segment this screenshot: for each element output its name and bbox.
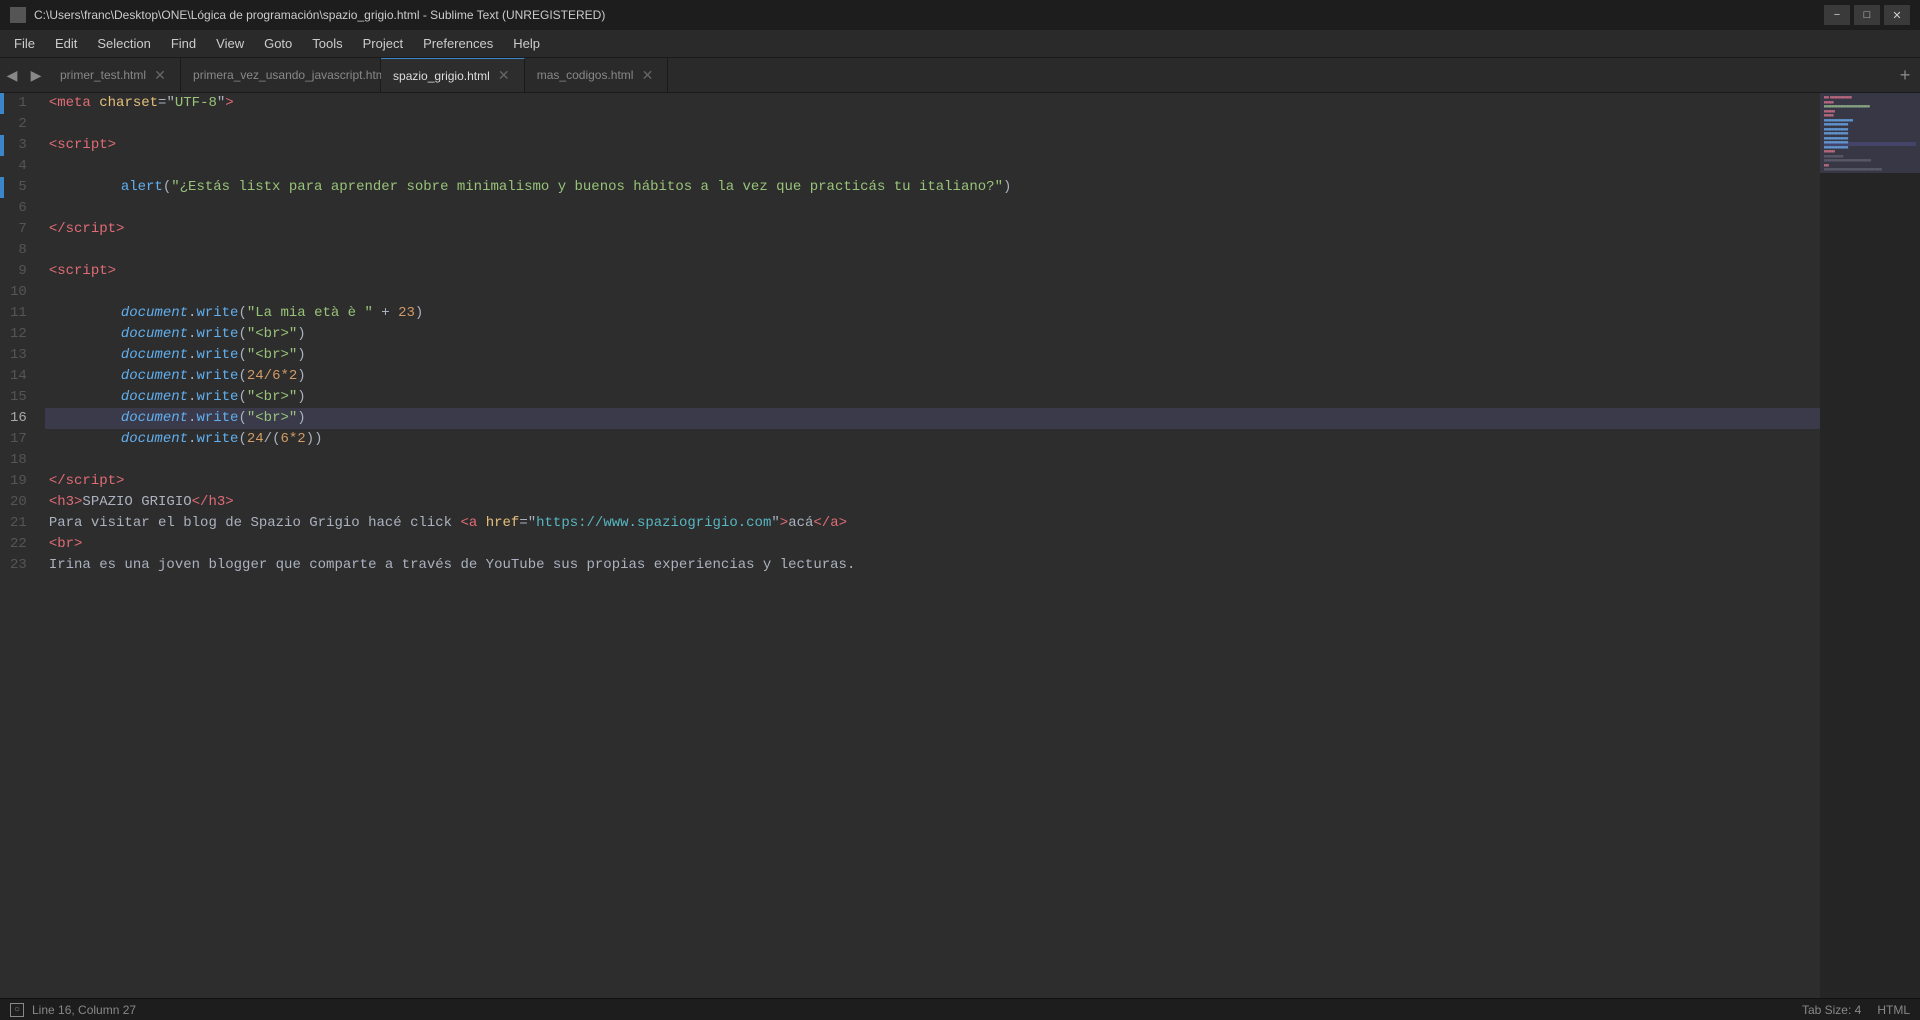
tab-close-spazio[interactable]: ✕ (496, 68, 512, 84)
status-right: Tab Size: 4 HTML (1802, 1003, 1910, 1017)
code-line-23: Irina es una joven blogger que comparte … (45, 555, 1820, 576)
tab-close-primer-test[interactable]: ✕ (152, 67, 168, 83)
ln-20: 20 (10, 492, 35, 513)
ln-11: 11 (10, 303, 35, 324)
menu-tools[interactable]: Tools (302, 32, 352, 55)
menu-find[interactable]: Find (161, 32, 206, 55)
code-line-7: </script> (45, 219, 1820, 240)
minimap-viewport (1820, 93, 1920, 173)
code-line-9: <script> (45, 261, 1820, 282)
ln-15: 15 (10, 387, 35, 408)
ln-10: 10 (10, 282, 35, 303)
code-line-11: document.write("La mia età è " + 23) (45, 303, 1820, 324)
window-controls: − □ ✕ (1824, 5, 1910, 25)
code-line-22: <br> (45, 534, 1820, 555)
ln-13: 13 (10, 345, 35, 366)
new-tab-button[interactable]: + (1890, 58, 1920, 92)
ln-19: 19 (10, 471, 35, 492)
status-bar: ○ Line 16, Column 27 Tab Size: 4 HTML (0, 998, 1920, 1020)
tab-mas-codigos[interactable]: mas_codigos.html ✕ (525, 58, 669, 92)
menu-file[interactable]: File (4, 32, 45, 55)
code-line-17: document.write(24/(6*2)) (45, 429, 1820, 450)
ln-5: 5 (10, 177, 35, 198)
code-line-20: <h3>SPAZIO GRIGIO</h3> (45, 492, 1820, 513)
code-line-18 (45, 450, 1820, 471)
tab-label: primer_test.html (60, 68, 146, 82)
minimap[interactable]: ████ ██████████████████ ████████ ███████… (1820, 93, 1920, 998)
ln-22: 22 (10, 534, 35, 555)
ln-3: 3 (10, 135, 35, 156)
status-left: ○ Line 16, Column 27 (10, 1003, 136, 1017)
menu-edit[interactable]: Edit (45, 32, 87, 55)
tab-label: mas_codigos.html (537, 68, 634, 82)
tab-label: spazio_grigio.html (393, 69, 490, 83)
menu-selection[interactable]: Selection (87, 32, 160, 55)
ln-7: 7 (10, 219, 35, 240)
menu-help[interactable]: Help (503, 32, 550, 55)
ln-16: 16 (10, 408, 35, 429)
code-line-21: Para visitar el blog de Spazio Grigio ha… (45, 513, 1820, 534)
app-icon (10, 7, 26, 23)
code-line-13: document.write("<br>") (45, 345, 1820, 366)
line-numbers: 1 2 3 4 5 6 7 8 9 10 11 12 13 14 15 16 1… (4, 93, 45, 998)
tab-primer-test[interactable]: primer_test.html ✕ (48, 58, 181, 92)
ln-14: 14 (10, 366, 35, 387)
status-tab-size[interactable]: Tab Size: 4 (1802, 1003, 1861, 1017)
tab-label: primera_vez_usando_javascript.html (193, 68, 388, 82)
ln-1: 1 (10, 93, 35, 114)
ln-8: 8 (10, 240, 35, 261)
code-line-10 (45, 282, 1820, 303)
tab-primera-vez[interactable]: primera_vez_usando_javascript.html ✕ (181, 58, 381, 92)
tab-prev-button[interactable]: ◀ (0, 58, 24, 92)
ln-17: 17 (10, 429, 35, 450)
maximize-button[interactable]: □ (1854, 5, 1880, 25)
menu-preferences[interactable]: Preferences (413, 32, 503, 55)
code-line-2 (45, 114, 1820, 135)
ln-9: 9 (10, 261, 35, 282)
tab-spazio-grigio[interactable]: spazio_grigio.html ✕ (381, 58, 525, 92)
title-text: C:\Users\franc\Desktop\ONE\Lógica de pro… (34, 8, 1824, 22)
code-line-19: </script> (45, 471, 1820, 492)
ln-2: 2 (10, 114, 35, 135)
code-line-3: <script> (45, 135, 1820, 156)
code-line-16: document.write("<br>") (45, 408, 1820, 429)
tab-next-button[interactable]: ▶ (24, 58, 48, 92)
menu-view[interactable]: View (206, 32, 254, 55)
code-line-5: alert("¿Estás listx para aprender sobre … (45, 177, 1820, 198)
code-line-14: document.write(24/6*2) (45, 366, 1820, 387)
code-line-4 (45, 156, 1820, 177)
menu-goto[interactable]: Goto (254, 32, 302, 55)
minimize-button[interactable]: − (1824, 5, 1850, 25)
ln-18: 18 (10, 450, 35, 471)
code-line-12: document.write("<br>") (45, 324, 1820, 345)
title-bar: C:\Users\franc\Desktop\ONE\Lógica de pro… (0, 0, 1920, 30)
ln-6: 6 (10, 198, 35, 219)
status-warning-icon: ○ (10, 1003, 24, 1017)
status-syntax[interactable]: HTML (1877, 1003, 1910, 1017)
tab-bar: ◀ ▶ primer_test.html ✕ primera_vez_usand… (0, 58, 1920, 93)
code-line-8 (45, 240, 1820, 261)
ln-21: 21 (10, 513, 35, 534)
menu-bar: File Edit Selection Find View Goto Tools… (0, 30, 1920, 58)
editor-container: 1 2 3 4 5 6 7 8 9 10 11 12 13 14 15 16 1… (0, 93, 1920, 998)
menu-project[interactable]: Project (353, 32, 413, 55)
close-button[interactable]: ✕ (1884, 5, 1910, 25)
code-line-15: document.write("<br>") (45, 387, 1820, 408)
ln-23: 23 (10, 555, 35, 576)
code-line-1: <meta charset="UTF-8"> (45, 93, 1820, 114)
ln-4: 4 (10, 156, 35, 177)
code-area[interactable]: <meta charset="UTF-8"> <script> alert("¿… (45, 93, 1820, 998)
tab-close-mas-codigos[interactable]: ✕ (639, 67, 655, 83)
status-position: Line 16, Column 27 (32, 1003, 136, 1017)
code-line-6 (45, 198, 1820, 219)
ln-12: 12 (10, 324, 35, 345)
